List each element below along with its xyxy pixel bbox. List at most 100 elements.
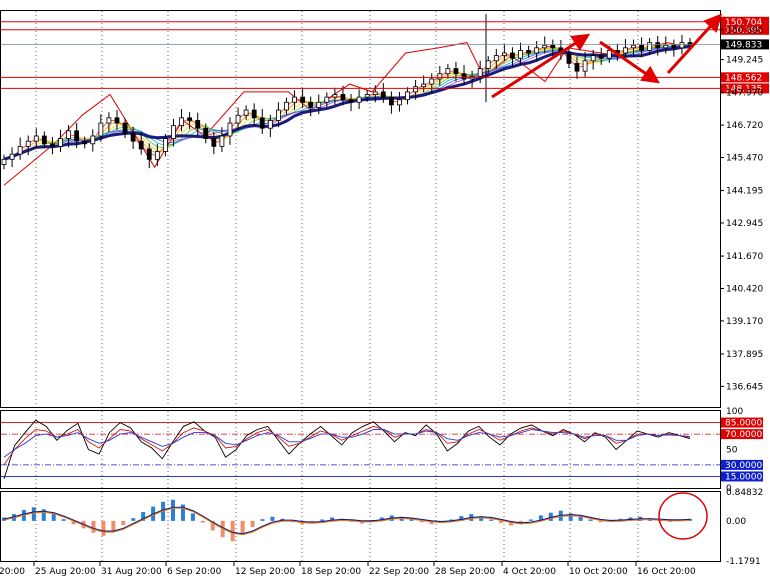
candle-body <box>122 122 128 134</box>
candle-body <box>154 151 160 160</box>
time-tick-label: 20:00 <box>0 567 25 577</box>
candle-body <box>146 148 152 160</box>
macd-bar <box>578 516 583 521</box>
candle-body <box>163 138 168 152</box>
macd-bar <box>31 507 36 521</box>
macd-bar <box>320 519 325 521</box>
candle-body <box>348 99 354 103</box>
candle-body <box>340 94 346 101</box>
candle-body <box>195 120 201 129</box>
candle-body <box>106 117 112 124</box>
candle-body <box>501 52 507 57</box>
macd-panel[interactable]: 0.84832 0.00 -1.1791 <box>0 488 764 567</box>
candle-body <box>574 62 580 72</box>
macd-bar <box>171 499 176 521</box>
macd-bar <box>190 513 195 521</box>
candle-body <box>316 101 322 108</box>
candle-body <box>445 68 451 75</box>
macd-tick-label: -1.1791 <box>726 557 761 567</box>
price-tick-label: 139.170 <box>726 317 763 327</box>
candle-body <box>413 86 419 93</box>
candle-body <box>550 44 556 49</box>
candle-body <box>332 94 338 98</box>
candle-body <box>130 133 136 142</box>
candle-body <box>227 122 233 137</box>
price-tick-label: 142.945 <box>726 219 763 229</box>
candle-body <box>461 73 467 80</box>
candle-body <box>606 50 612 59</box>
candle-body <box>405 91 410 101</box>
candle-body <box>534 47 540 54</box>
time-tick-label: 18 Sep 20:00 <box>301 567 361 577</box>
candle-body <box>647 42 653 51</box>
price-tick-label: 144.195 <box>726 187 763 197</box>
candle-body <box>243 109 249 116</box>
macd-tick-label: 0.84832 <box>726 488 763 498</box>
price-tick-label: 150.395 <box>726 26 763 36</box>
macd-bar <box>61 519 66 521</box>
candle-body <box>493 55 499 62</box>
macd-bar <box>51 514 56 521</box>
candle-body <box>300 96 306 103</box>
candle-body <box>655 42 661 49</box>
macd-bar <box>588 519 593 521</box>
macd-bar <box>250 520 255 527</box>
candle-body <box>66 130 71 139</box>
macd-bar <box>111 520 116 532</box>
candle-body <box>25 140 31 147</box>
candle-body <box>259 117 265 129</box>
candle-body <box>671 44 677 49</box>
candle-body <box>82 140 88 145</box>
price-panel[interactable]: 150.704150.395148.562148.135149.833 150.… <box>0 10 770 408</box>
candle-body <box>138 140 144 150</box>
candle-body <box>679 42 685 49</box>
candle-body <box>324 96 330 103</box>
oscillator-panel[interactable]: 10085.000070.00005030.000015.00000 <box>0 407 764 494</box>
candle-body <box>388 96 394 106</box>
price-tick-label: 147.970 <box>726 89 763 99</box>
time-tick-label: 28 Sep 20:00 <box>435 567 495 577</box>
oscillator-axis: 10085.000070.00005030.000015.00000 <box>721 407 763 494</box>
candle-body <box>267 120 273 129</box>
macd-bar <box>101 520 106 536</box>
time-tick-label: 10 Oct 20:00 <box>569 567 628 577</box>
time-tick-label: 16 Oct 20:00 <box>637 567 696 577</box>
candle-body <box>566 52 572 64</box>
current-price-label: 149.833 <box>725 40 762 50</box>
oscillator-level-label: 15.0000 <box>725 472 762 482</box>
candle-body <box>510 52 515 59</box>
candle-body <box>380 91 386 98</box>
macd-bar <box>260 519 265 521</box>
candle-body <box>50 143 55 147</box>
macd-bar <box>91 520 96 533</box>
candle-body <box>114 117 120 124</box>
chart-canvas[interactable]: 150.704150.395148.562148.135149.833 150.… <box>0 0 770 580</box>
macd-bar <box>200 520 205 523</box>
forex-chart[interactable]: 150.704 150.395 148.562 148.135 149.833 150.… <box>0 0 770 580</box>
candle-body <box>211 138 217 147</box>
candle-body <box>179 117 184 127</box>
candle-body <box>17 145 23 155</box>
candle-body <box>372 91 378 95</box>
candle-body <box>58 138 63 147</box>
candle-body <box>9 153 15 160</box>
price-tick-label: 136.645 <box>726 382 763 392</box>
price-level-label: 148.562 <box>725 73 762 83</box>
candle-body <box>582 60 588 72</box>
candle-body <box>598 55 604 59</box>
macd-bar <box>528 519 533 521</box>
candle-body <box>429 78 435 85</box>
candle-body <box>74 130 80 142</box>
oscillator-tick-label: 100 <box>726 407 743 417</box>
candle-body <box>631 44 636 49</box>
candle-body <box>687 42 693 46</box>
candle-body <box>542 44 548 49</box>
time-tick-label: 25 Aug 20:00 <box>35 567 96 577</box>
candle-body <box>477 68 483 77</box>
candle-body <box>623 47 628 54</box>
candle-body <box>187 117 193 121</box>
candle-body <box>437 73 443 80</box>
oscillator-level-label: 85.0000 <box>725 419 762 429</box>
macd-bar <box>121 520 126 525</box>
candle-body <box>171 125 176 139</box>
